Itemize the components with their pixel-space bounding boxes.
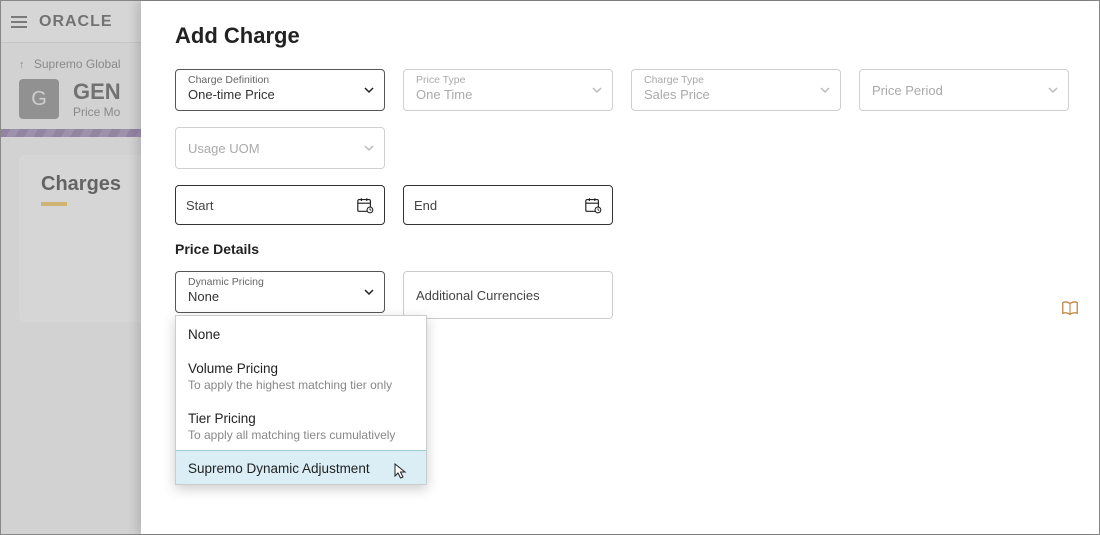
chevron-down-icon (364, 85, 374, 95)
start-date-input[interactable]: Start (175, 185, 385, 225)
field-label: Charge Definition (188, 74, 374, 86)
field-value: One Time (416, 86, 602, 104)
option-label: None (188, 327, 414, 342)
add-charge-panel: Add Charge Charge Definition One-time Pr… (141, 1, 1099, 534)
option-description: To apply the highest matching tier only (188, 378, 414, 392)
dropdown-option-supremo-dynamic[interactable]: Supremo Dynamic Adjustment (176, 450, 426, 484)
chevron-down-icon (592, 85, 602, 95)
field-label: Charge Type (644, 74, 830, 86)
option-label: Supremo Dynamic Adjustment (188, 461, 414, 476)
charge-definition-select[interactable]: Charge Definition One-time Price (175, 69, 385, 111)
field-label: Usage UOM (188, 132, 374, 166)
panel-title: Add Charge (175, 23, 1069, 49)
field-label: Price Type (416, 74, 602, 86)
dynamic-pricing-select[interactable]: Dynamic Pricing None (175, 271, 385, 313)
field-value: Sales Price (644, 86, 830, 104)
field-label: Additional Currencies (416, 288, 540, 303)
field-label: Start (186, 198, 213, 213)
chevron-down-icon (364, 143, 374, 153)
additional-currencies-button[interactable]: Additional Currencies (403, 271, 613, 319)
price-period-select[interactable]: Price Period (859, 69, 1069, 111)
dynamic-pricing-dropdown: None Volume Pricing To apply the highest… (175, 315, 427, 485)
option-label: Tier Pricing (188, 411, 414, 426)
chevron-down-icon (364, 287, 374, 297)
field-label: Price Period (872, 74, 1058, 108)
dropdown-option-tier-pricing[interactable]: Tier Pricing To apply all matching tiers… (176, 400, 426, 450)
field-label: End (414, 198, 437, 213)
end-date-input[interactable]: End (403, 185, 613, 225)
usage-uom-select[interactable]: Usage UOM (175, 127, 385, 169)
price-type-select[interactable]: Price Type One Time (403, 69, 613, 111)
field-value: One-time Price (188, 86, 374, 104)
book-icon[interactable] (1061, 299, 1079, 317)
field-label: Dynamic Pricing (188, 276, 374, 288)
charge-type-select[interactable]: Charge Type Sales Price (631, 69, 841, 111)
option-description: To apply all matching tiers cumulatively (188, 428, 414, 442)
calendar-icon[interactable] (356, 196, 374, 214)
dropdown-option-volume-pricing[interactable]: Volume Pricing To apply the highest matc… (176, 350, 426, 400)
option-label: Volume Pricing (188, 361, 414, 376)
price-details-heading: Price Details (175, 241, 1069, 257)
chevron-down-icon (820, 85, 830, 95)
dropdown-option-none[interactable]: None (176, 316, 426, 350)
chevron-down-icon (1048, 85, 1058, 95)
calendar-icon[interactable] (584, 196, 602, 214)
field-value: None (188, 288, 374, 306)
